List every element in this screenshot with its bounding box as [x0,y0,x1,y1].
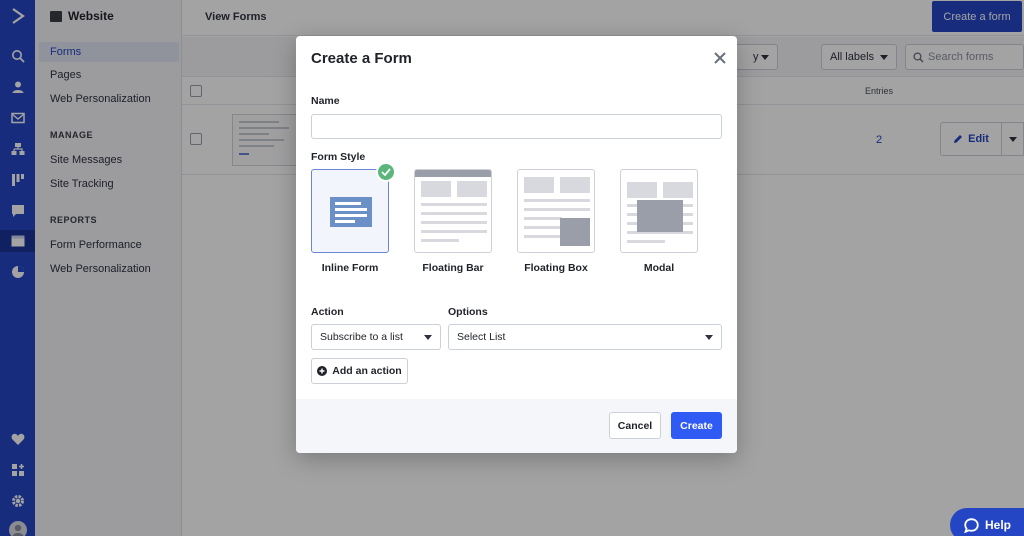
action-select[interactable]: Subscribe to a list [311,324,441,350]
options-label: Options [448,306,488,318]
chevron-down-icon [424,335,432,340]
cancel-button[interactable]: Cancel [609,412,661,439]
style-option-floating-box[interactable] [517,169,595,253]
modal-illustration-icon [627,182,693,243]
style-name-floating-bar: Floating Bar [422,262,484,274]
chat-bubble-icon [964,517,979,533]
style-name-floating-box: Floating Box [524,262,588,274]
style-option-inline-form[interactable] [311,169,389,253]
form-style-label: Form Style [311,151,366,163]
selected-check-icon [376,162,396,182]
inline-form-illustration-icon [330,197,372,227]
plus-circle-icon [317,366,328,376]
modal-title: Create a Form [311,50,412,67]
modal-footer: Cancel Create [296,399,737,453]
close-icon[interactable] [713,51,727,65]
name-label: Name [311,95,340,107]
style-option-floating-bar[interactable] [414,169,492,253]
options-select[interactable]: Select List [448,324,722,350]
style-option-modal[interactable] [620,169,698,253]
style-name-inline-form: Inline Form [321,262,379,274]
help-button[interactable]: Help [950,508,1024,536]
add-action-button[interactable]: Add an action [311,358,408,384]
floating-bar-illustration-icon [415,170,491,242]
floating-box-illustration-icon [524,177,590,246]
style-name-modal: Modal [643,262,675,274]
chevron-down-icon [705,335,713,340]
create-button[interactable]: Create [671,412,722,439]
form-name-input[interactable] [311,114,722,139]
create-form-modal: Create a Form Name Form Style Inline For… [296,36,737,453]
action-label: Action [311,306,344,318]
